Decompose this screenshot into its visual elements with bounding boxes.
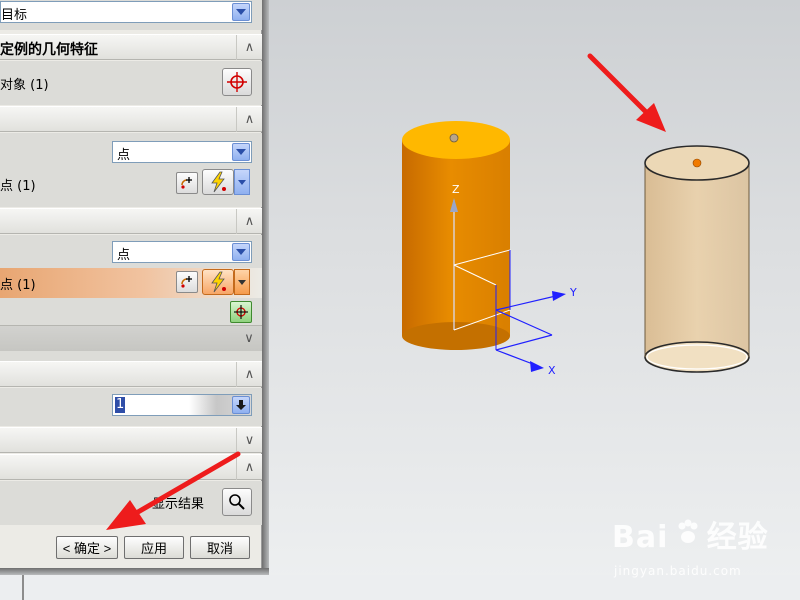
- annotation-arrow-ok: [106, 451, 241, 530]
- annotation-overlay: [106, 451, 241, 530]
- watermark-url: jingyan.baidu.com: [614, 564, 742, 578]
- watermark-suffix: 经验: [706, 520, 769, 555]
- watermark: Bai 经验 jingyan.baidu.com: [612, 512, 769, 578]
- paw-icon: [673, 517, 703, 555]
- watermark-brand: Bai: [612, 520, 669, 555]
